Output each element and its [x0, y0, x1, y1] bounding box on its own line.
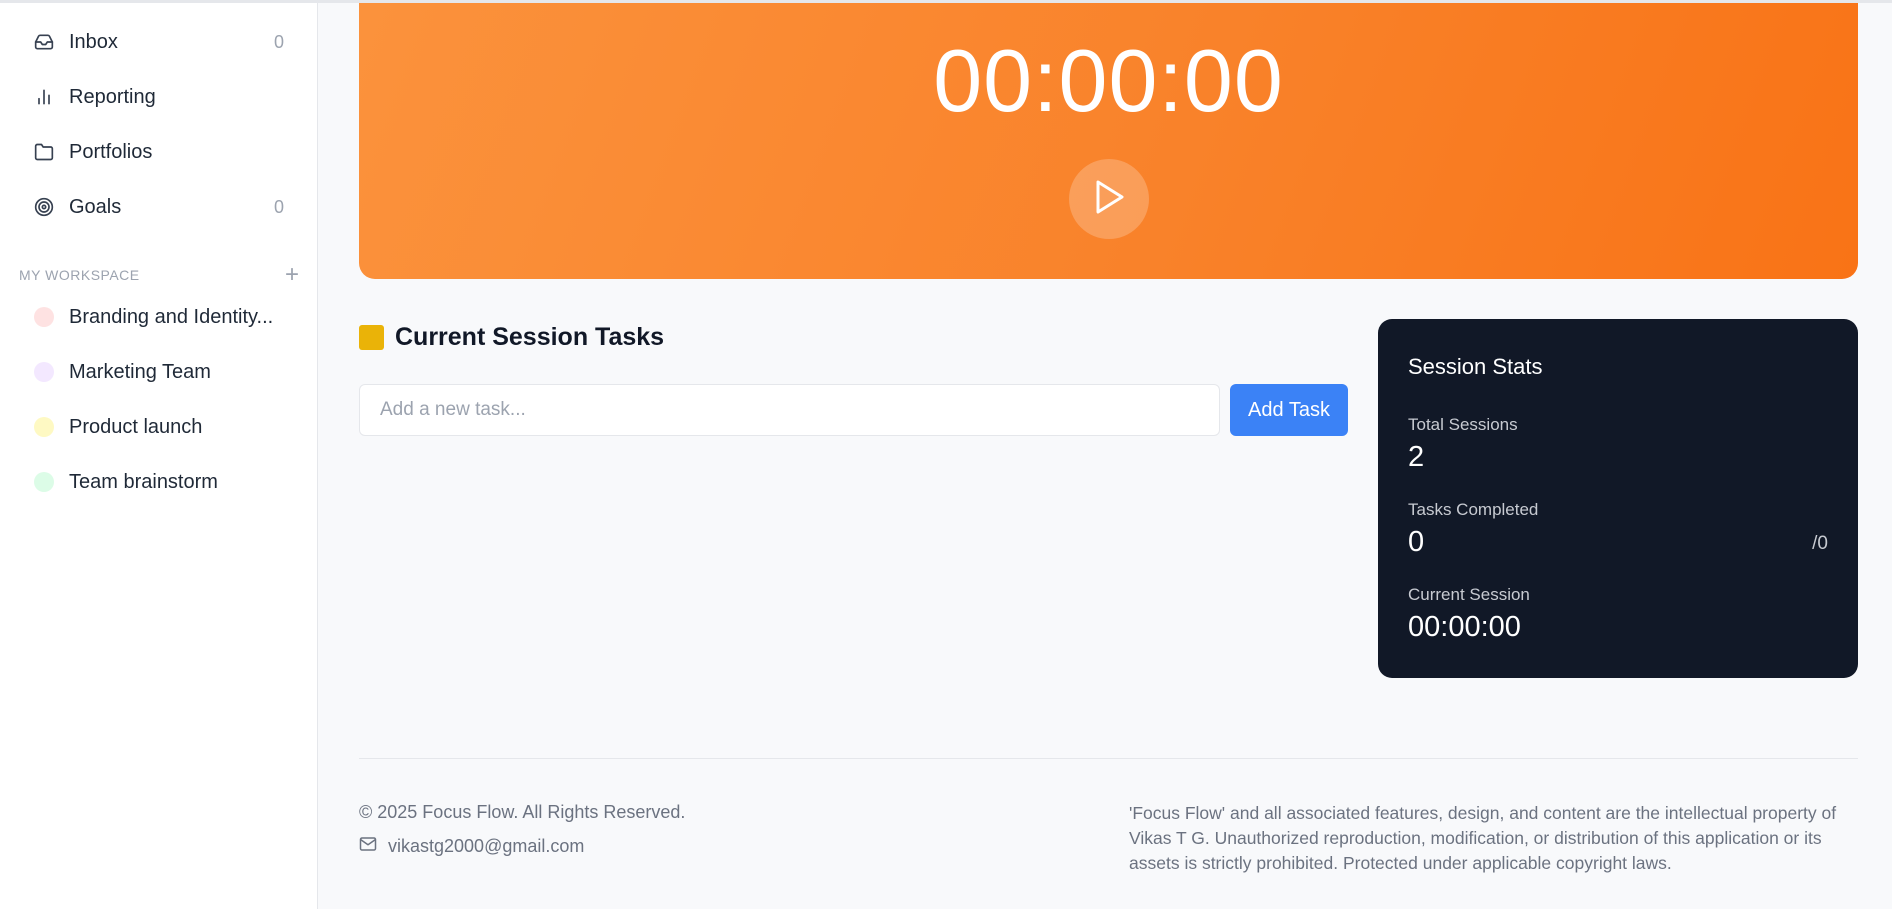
play-button[interactable] — [1069, 159, 1149, 239]
tasks-accent-square — [359, 325, 384, 350]
project-color-dot — [34, 362, 54, 382]
sidebar-item-label: Portfolios — [69, 140, 153, 163]
session-stats-card: Session Stats Total Sessions 2 Tasks Com… — [1378, 319, 1858, 678]
footer-divider — [359, 758, 1858, 759]
new-task-input[interactable] — [359, 384, 1220, 436]
project-item-branding[interactable]: Branding and Identity... — [0, 293, 318, 341]
footer-copyright: © 2025 Focus Flow. All Rights Reserved. — [359, 802, 686, 822]
sidebar-item-portfolios[interactable]: Portfolios — [0, 128, 318, 176]
project-label: Branding and Identity... — [69, 305, 274, 328]
tasks-header: Current Session Tasks — [359, 323, 664, 352]
workspace-title: MY WORKSPACE — [19, 267, 140, 283]
project-color-dot — [34, 307, 54, 327]
sidebar: Inbox 0 Reporting Portfolios Goals 0 MY … — [0, 3, 318, 909]
footer-email-link[interactable]: vikastg2000@gmail.com — [359, 836, 584, 857]
sidebar-item-label: Goals — [69, 195, 122, 218]
sidebar-item-label: Inbox — [69, 30, 118, 53]
project-label: Product launch — [69, 415, 203, 438]
sidebar-item-label: Reporting — [69, 85, 156, 108]
footer-legal-notice: 'Focus Flow' and all associated features… — [1129, 803, 1837, 873]
current-session-label: Current Session — [1408, 585, 1530, 604]
project-item-product-launch[interactable]: Product launch — [0, 403, 318, 451]
target-icon — [33, 196, 55, 218]
bar-chart-icon — [33, 86, 55, 108]
project-label: Team brainstorm — [69, 470, 218, 493]
add-task-button[interactable]: Add Task — [1230, 384, 1348, 436]
timer-panel: 00:00:00 — [359, 3, 1858, 279]
project-item-marketing[interactable]: Marketing Team — [0, 348, 318, 396]
tasks-completed-label: Tasks Completed — [1408, 500, 1539, 519]
mail-icon — [359, 836, 377, 857]
folder-icon — [33, 141, 55, 163]
timer-display: 00:00:00 — [933, 31, 1284, 130]
workspace-header: MY WORKSPACE + — [19, 263, 299, 287]
tasks-completed-total: /0 — [1812, 533, 1828, 554]
play-icon — [1092, 178, 1126, 221]
inbox-count: 0 — [273, 31, 284, 52]
inbox-icon — [33, 31, 55, 53]
stats-title: Session Stats — [1408, 354, 1543, 379]
sidebar-item-goals[interactable]: Goals 0 — [0, 183, 318, 231]
project-label: Marketing Team — [69, 360, 211, 383]
sidebar-item-inbox[interactable]: Inbox 0 — [0, 18, 318, 66]
footer-email: vikastg2000@gmail.com — [388, 836, 585, 856]
current-session-value: 00:00:00 — [1408, 611, 1521, 643]
add-project-button[interactable]: + — [285, 263, 299, 287]
project-color-dot — [34, 417, 54, 437]
project-item-team-brainstorm[interactable]: Team brainstorm — [0, 458, 318, 506]
project-color-dot — [34, 472, 54, 492]
tasks-title: Current Session Tasks — [395, 323, 665, 351]
goals-count: 0 — [273, 196, 284, 217]
total-sessions-value: 2 — [1408, 441, 1425, 473]
total-sessions-label: Total Sessions — [1408, 415, 1518, 434]
tasks-completed-value: 0 — [1408, 526, 1425, 558]
sidebar-item-reporting[interactable]: Reporting — [0, 73, 318, 121]
